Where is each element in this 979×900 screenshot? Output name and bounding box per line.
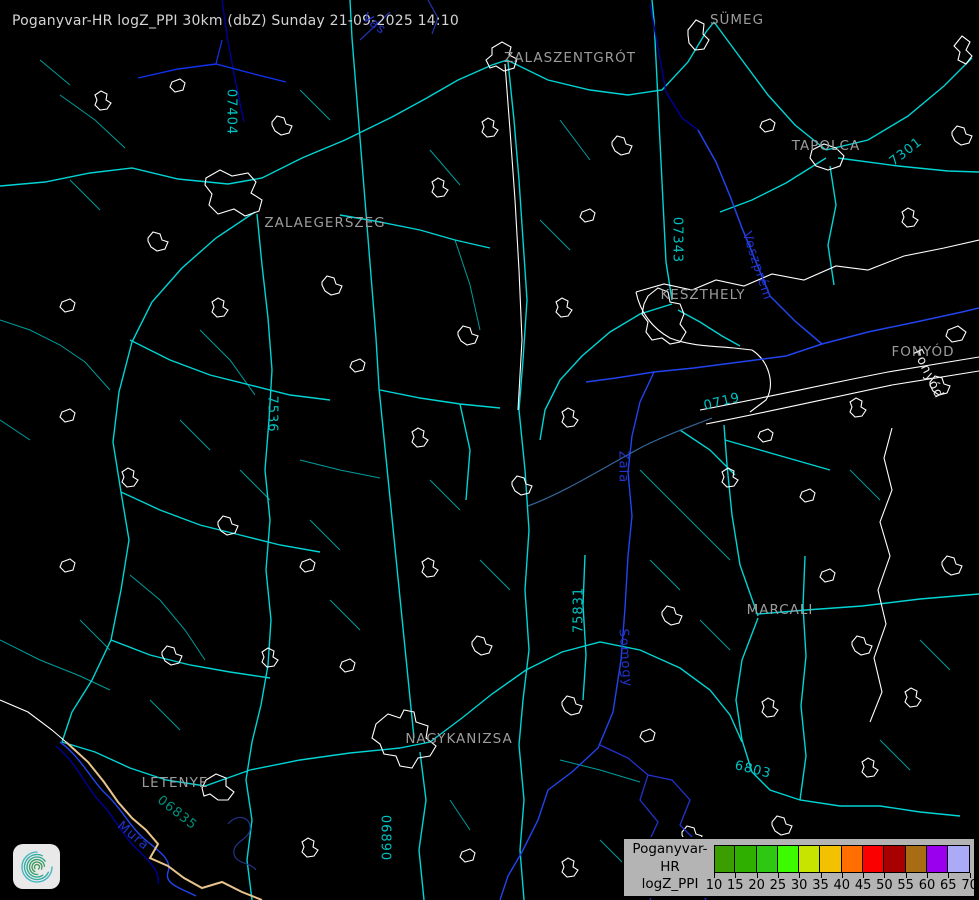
legend-cell: [927, 845, 948, 873]
country-border-line: [66, 742, 262, 900]
legend-tick-label: 20: [747, 878, 767, 893]
legend-tick-label: 70: [960, 878, 979, 893]
legend-ticks: 10152025303540455055606570: [714, 873, 974, 895]
legend-title-line: logZ_PPI: [624, 876, 716, 894]
legend-colorbar: [714, 845, 970, 873]
legend-cell: [884, 845, 905, 873]
legend-cell: [906, 845, 927, 873]
legend-tick-label: 40: [832, 878, 852, 893]
legend-cell: [714, 845, 735, 873]
legend-tick-label: 60: [917, 878, 937, 893]
legend-panel: Poganyvar-HR logZ_PPI dbZ 10152025303540…: [622, 837, 976, 898]
legend-cell: [842, 845, 863, 873]
legend-cell: [820, 845, 841, 873]
legend-title-line: Poganyvar-HR: [624, 841, 716, 876]
radar-screen: Poganyvar-HR logZ_PPI 30km (dbZ) Sunday …: [0, 0, 979, 900]
legend-cell: [948, 845, 969, 873]
river-lines: [56, 0, 979, 900]
legend-tick-label: 30: [789, 878, 809, 893]
legend-tick-label: 45: [853, 878, 873, 893]
legend-title-block: Poganyvar-HR logZ_PPI dbZ: [624, 841, 716, 900]
legend-tick-label: 50: [874, 878, 894, 893]
legend-tick-label: 15: [725, 878, 745, 893]
legend-tick-label: 65: [938, 878, 958, 893]
major-road-lines: [0, 0, 979, 900]
legend-title-line: dbZ: [624, 894, 716, 900]
spiral-icon: [17, 847, 57, 887]
minor-road-lines: [0, 60, 950, 870]
radar-map-canvas: [0, 0, 979, 900]
legend-tick-label: 10: [704, 878, 724, 893]
legend-cell: [735, 845, 756, 873]
legend-cell: [863, 845, 884, 873]
legend-cell: [778, 845, 799, 873]
radar-spiral-logo: [13, 844, 60, 889]
legend-tick-label: 55: [896, 878, 916, 893]
legend-tick-label: 25: [768, 878, 788, 893]
legend-tick-label: 35: [811, 878, 831, 893]
legend-cell: [799, 845, 820, 873]
legend-cell: [757, 845, 778, 873]
